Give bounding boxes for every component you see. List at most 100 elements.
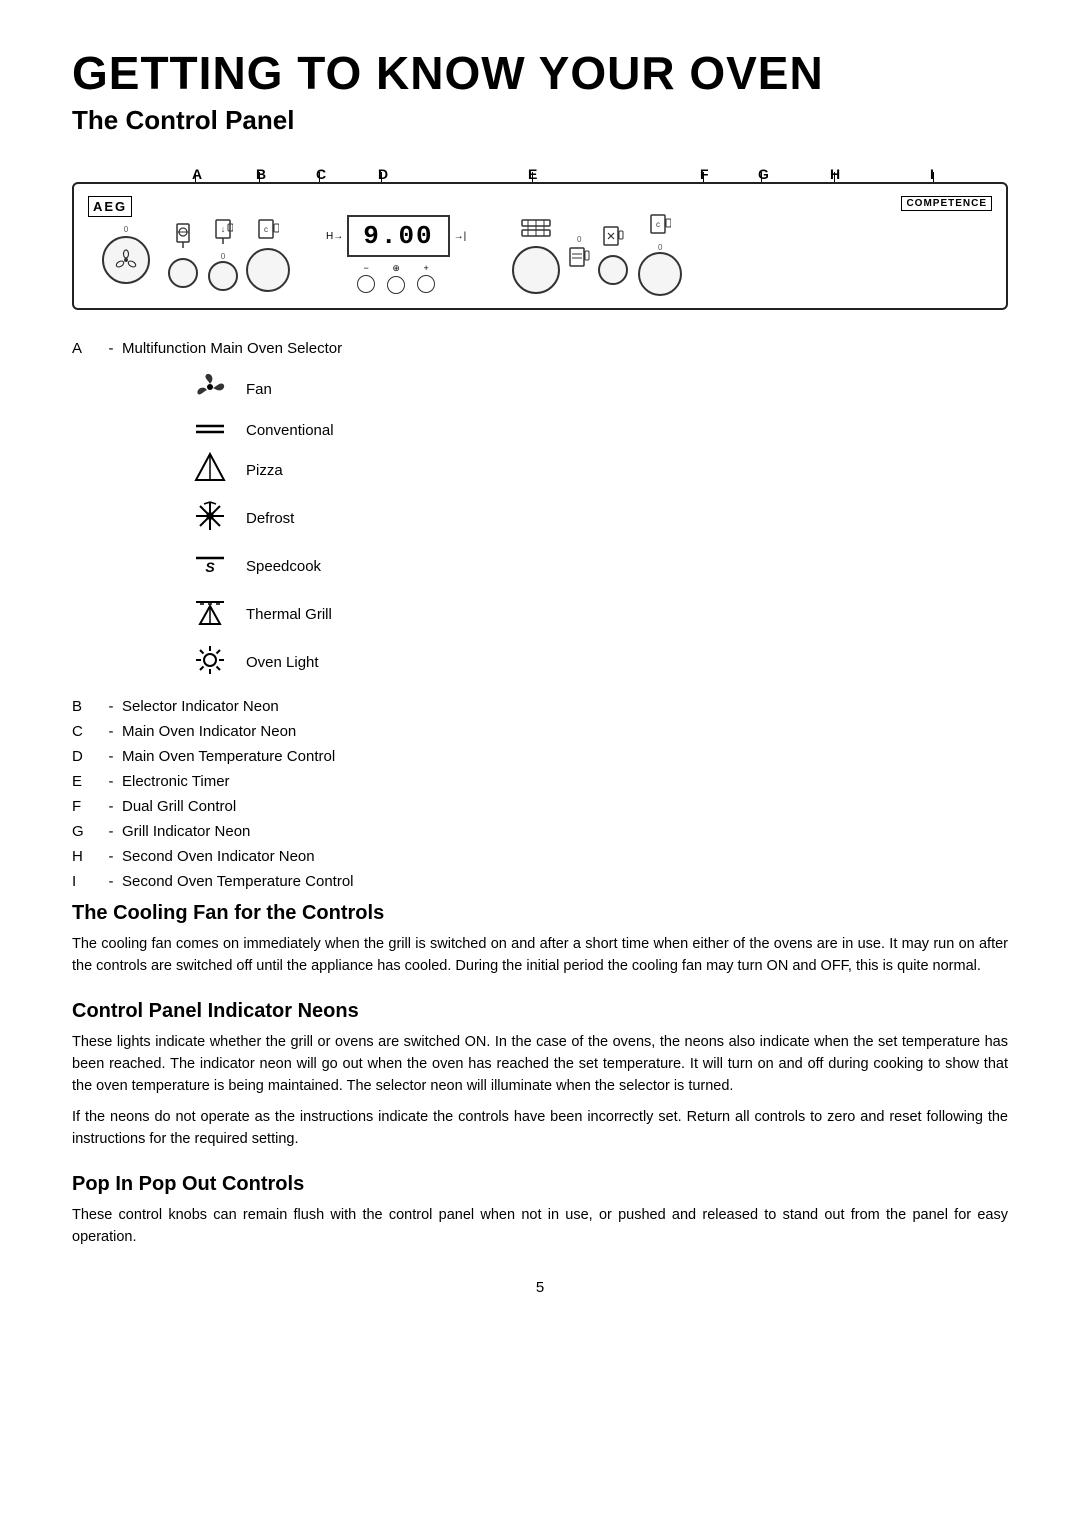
panel-items-list: B - Selector Indicator Neon C - Main Ove… [72,696,1008,892]
item-key-E: E [72,771,100,792]
item-B: B - Selector Indicator Neon [72,696,1008,717]
selector-thermal-grill: Thermal Grill [192,596,1008,634]
pizza-icon [192,452,228,490]
thermal-grill-icon [192,596,228,634]
fan-label: Fan [246,381,272,398]
main-oven-temp-control[interactable]: c [246,218,290,292]
second-oven-indicator-neon [598,225,628,285]
conventional-icon [192,419,228,442]
timer-arrow-left: H→ [326,231,343,242]
panel-label-C: C [316,166,326,182]
oven-light-icon [192,644,228,682]
knob-B[interactable] [168,258,198,288]
item-value-E: Electronic Timer [122,771,1008,792]
svg-text:↓: ↓ [221,224,226,234]
dual-grill-control[interactable] [512,216,560,294]
fan-icon [192,371,228,409]
item-dash-B: - [100,696,122,717]
timer-power-btn[interactable] [387,276,405,294]
item-key-A: A [72,338,100,359]
item-value-F: Dual Grill Control [122,796,1008,817]
oven-light-label: Oven Light [246,654,319,671]
item-F: F - Dual Grill Control [72,796,1008,817]
g-indicator-icon [568,246,590,274]
item-value-A: Multifunction Main Oven Selector [122,338,1008,359]
main-oven-indicator-neon-control: ↓ 0 [208,218,238,291]
item-E: E - Electronic Timer [72,771,1008,792]
electronic-timer: H→ 9.00 →| − ⊕ + [326,215,466,294]
speedcook-label: Speedcook [246,558,321,575]
cooling-fan-title: The Cooling Fan for the Controls [72,902,1008,925]
knob-D[interactable] [246,248,290,292]
item-dash-E: - [100,771,122,792]
selector-pizza: Pizza [192,452,1008,490]
indicator-neons-body1: These lights indicate whether the grill … [72,1031,1008,1098]
item-key-B: B [72,696,100,717]
item-dash-C: - [100,721,122,742]
timer-plus-btn[interactable] [417,275,435,293]
item-value-I: Second Oven Temperature Control [122,871,1008,892]
item-dash-H: - [100,846,122,867]
selector-speedcook: S Speedcook [192,548,1008,586]
selector-icon [115,249,137,271]
item-dash-I: - [100,871,122,892]
selector-fan: Fan [192,371,1008,409]
pop-controls-body: These control knobs can remain flush wit… [72,1204,1008,1249]
competence-brand: COMPETENCE [901,196,992,211]
item-value-C: Main Oven Indicator Neon [122,721,1008,742]
pop-controls-title: Pop In Pop Out Controls [72,1173,1008,1196]
timer-arrow-right: →| [454,231,467,242]
panel-label-F: F [700,166,709,182]
item-key-D: D [72,746,100,767]
item-H: H - Second Oven Indicator Neon [72,846,1008,867]
timer-minus[interactable]: − [363,263,368,273]
indicator-neons-section: Control Panel Indicator Neons These ligh… [72,1000,1008,1151]
d-control-icon: c [257,218,279,248]
h-control-icon [602,225,624,255]
selector-items-list: Fan Conventional Pizza [192,371,1008,682]
item-D: D - Main Oven Temperature Control [72,746,1008,767]
b-control-icon [173,222,193,256]
knob-C[interactable] [208,261,238,291]
timer-plus[interactable]: + [423,263,428,273]
cooling-fan-body: The cooling fan comes on immediately whe… [72,933,1008,978]
item-key-I: I [72,871,100,892]
item-dash-G: - [100,821,122,842]
panel-label-G: G [758,166,769,182]
main-oven-selector-control[interactable]: 0 [102,225,150,284]
svg-text:c: c [656,220,660,229]
panel-label-B: B [256,166,266,182]
item-key-G: G [72,821,100,842]
knob-A[interactable] [102,236,150,284]
defrost-label: Defrost [246,510,294,527]
selector-conventional: Conventional [192,419,1008,442]
panel-label-H: H [830,166,840,182]
c-control-icon: ↓ [213,218,233,252]
knob-I[interactable] [638,252,682,296]
item-key-H: H [72,846,100,867]
timer-minus-btn[interactable] [357,275,375,293]
thermal-grill-label: Thermal Grill [246,606,332,623]
item-key-F: F [72,796,100,817]
item-dash-D: - [100,746,122,767]
panel-label-D: D [378,166,388,182]
second-oven-temp-control[interactable]: c 0 [638,213,682,296]
i-control-icon: c [649,213,671,243]
oven-control-panel: AEG COMPETENCE 0 [72,182,1008,310]
timer-display: 9.00 [347,215,449,257]
svg-text:c: c [264,225,268,234]
selector-indicator-neon [168,222,198,288]
aeg-brand: AEG [88,196,132,217]
item-C: C - Main Oven Indicator Neon [72,721,1008,742]
item-G: G - Grill Indicator Neon [72,821,1008,842]
knob-H[interactable] [598,255,628,285]
item-A: A - Multifunction Main Oven Selector [72,338,1008,359]
control-panel-heading: The Control Panel [72,105,1008,136]
item-value-B: Selector Indicator Neon [122,696,1008,717]
knob-F[interactable] [512,246,560,294]
pizza-label: Pizza [246,462,283,479]
item-value-D: Main Oven Temperature Control [122,746,1008,767]
indicator-neons-title: Control Panel Indicator Neons [72,1000,1008,1023]
indicator-neons-body2: If the neons do not operate as the instr… [72,1106,1008,1151]
item-value-G: Grill Indicator Neon [122,821,1008,842]
